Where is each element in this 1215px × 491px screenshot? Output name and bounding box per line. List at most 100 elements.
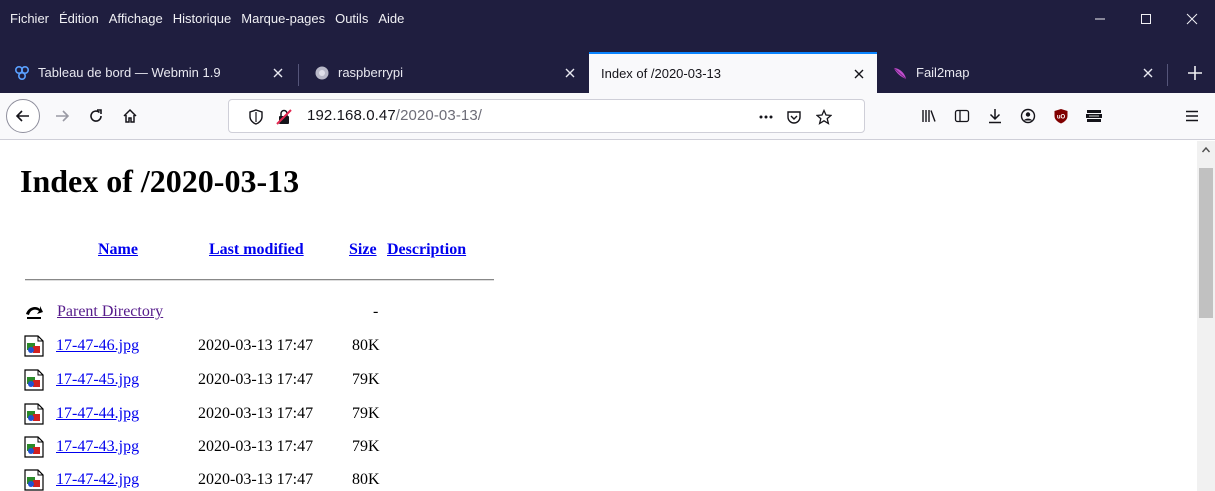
bookmark-star-icon[interactable]	[815, 108, 833, 126]
insecure-lock-icon[interactable]	[275, 108, 293, 126]
tab-separator	[298, 64, 299, 86]
tab-title: Fail2map	[916, 65, 970, 80]
raspberry-icon	[315, 66, 329, 79]
menu-aide[interactable]: Aide	[373, 0, 409, 38]
file-link[interactable]: 17-47-43.jpg	[56, 436, 139, 458]
column-description-link[interactable]: Description	[387, 241, 466, 259]
home-button[interactable]	[114, 100, 146, 132]
url-text[interactable]: 192.168.0.47/2020-03-13/	[307, 100, 482, 132]
tab-strip: Tableau de bord — Webmin 1.9 raspberrypi…	[0, 38, 1215, 93]
file-row: 17-47-46.jpg 2020-03-13 17:47 80K	[20, 335, 420, 359]
tab-close-button[interactable]	[1136, 61, 1160, 85]
column-size-link[interactable]: Size	[349, 241, 377, 259]
image-file-icon	[24, 369, 44, 391]
image-file-icon	[24, 335, 44, 357]
file-modified: 2020-03-13 17:47	[198, 471, 314, 488]
extension-icon	[1086, 110, 1102, 122]
parent-directory-row: Parent Directory -	[20, 301, 420, 325]
hamburger-icon	[1186, 110, 1198, 122]
maximize-icon	[1141, 14, 1151, 24]
plus-icon	[1188, 65, 1202, 80]
scroll-thumb[interactable]	[1199, 168, 1213, 318]
chevron-up-icon	[1201, 146, 1211, 153]
file-size: 80K	[352, 471, 380, 488]
menu-items: Fichier Édition Affichage Historique Mar…	[5, 0, 409, 38]
close-icon	[565, 68, 575, 77]
reload-button[interactable]	[80, 100, 112, 132]
file-modified: 2020-03-13 17:47	[198, 405, 314, 422]
back-arrow-icon	[26, 306, 43, 319]
image-file-icon	[24, 436, 44, 458]
svg-text:uO: uO	[1057, 115, 1066, 121]
minimize-button[interactable]	[1077, 0, 1123, 38]
parent-directory-link[interactable]: Parent Directory	[57, 301, 163, 323]
account-button[interactable]	[1012, 100, 1044, 132]
close-icon	[273, 68, 283, 77]
page-title: Index of /2020-03-13	[20, 163, 300, 199]
menu-button[interactable]	[1176, 100, 1208, 132]
menu-marque-pages[interactable]: Marque-pages	[236, 0, 330, 38]
arrow-left-icon	[15, 110, 29, 122]
ublock-button[interactable]: uO	[1045, 100, 1077, 132]
sidebar-icon	[954, 109, 970, 123]
tab-fail2map[interactable]: Fail2map	[878, 52, 1166, 93]
back-button[interactable]	[6, 99, 40, 133]
extension-button[interactable]	[1078, 100, 1110, 132]
url-path: /2020-03-13/	[395, 107, 483, 124]
downloads-button[interactable]	[979, 100, 1011, 132]
menu-fichier[interactable]: Fichier	[5, 0, 54, 38]
file-size: 80K	[352, 337, 380, 354]
page-actions-icon[interactable]	[757, 108, 775, 126]
file-link[interactable]: 17-47-44.jpg	[56, 403, 139, 425]
file-size: 79K	[352, 405, 380, 422]
menu-historique[interactable]: Historique	[168, 0, 237, 38]
download-icon	[989, 109, 1001, 124]
close-icon	[1186, 13, 1198, 25]
url-host: 192.168.0.47	[307, 107, 396, 124]
file-size: 79K	[352, 371, 380, 388]
library-button[interactable]	[913, 100, 945, 132]
forward-button[interactable]	[46, 100, 78, 132]
file-row: 17-47-42.jpg 2020-03-13 17:47 80K	[20, 469, 420, 491]
file-modified: 2020-03-13 17:47	[198, 337, 314, 354]
tab-webmin[interactable]: Tableau de bord — Webmin 1.9	[0, 52, 296, 93]
page-viewport: Index of /2020-03-13 Name Last modified …	[0, 141, 1197, 491]
shield-icon[interactable]	[247, 108, 265, 126]
ublock-icon: uO	[1054, 109, 1068, 124]
menu-edition[interactable]: Édition	[54, 0, 104, 38]
header-divider	[25, 279, 494, 281]
tab-title: Index of /2020-03-13	[601, 66, 721, 81]
scroll-up-button[interactable]	[1197, 141, 1215, 159]
tab-close-button[interactable]	[558, 61, 582, 85]
menu-outils[interactable]: Outils	[330, 0, 373, 38]
sidebar-button[interactable]	[946, 100, 978, 132]
image-file-icon	[24, 403, 44, 425]
arrow-right-icon	[56, 110, 70, 122]
file-link[interactable]: 17-47-45.jpg	[56, 369, 139, 391]
tab-raspberrypi[interactable]: raspberrypi	[300, 52, 588, 93]
parent-size: -	[373, 303, 379, 320]
vertical-scrollbar[interactable]	[1197, 141, 1215, 491]
tab-close-button[interactable]	[847, 62, 871, 86]
close-icon	[1143, 68, 1153, 77]
feather-icon	[893, 67, 907, 79]
file-link[interactable]: 17-47-42.jpg	[56, 469, 139, 491]
column-last-modified-link[interactable]: Last modified	[209, 241, 304, 259]
pocket-icon[interactable]	[785, 108, 803, 126]
new-tab-button[interactable]	[1175, 52, 1215, 93]
reload-icon	[90, 109, 102, 122]
file-row: 17-47-44.jpg 2020-03-13 17:47 79K	[20, 403, 420, 427]
file-link[interactable]: 17-47-46.jpg	[56, 335, 139, 357]
maximize-button[interactable]	[1123, 0, 1169, 38]
close-window-button[interactable]	[1169, 0, 1215, 38]
home-icon	[123, 108, 137, 123]
navigation-toolbar: 192.168.0.47/2020-03-13/ uO	[0, 93, 1215, 140]
image-file-icon	[24, 469, 44, 491]
url-bar[interactable]: 192.168.0.47/2020-03-13/	[228, 99, 865, 133]
tab-close-button[interactable]	[266, 61, 290, 85]
menu-affichage[interactable]: Affichage	[104, 0, 168, 38]
tab-index-of[interactable]: Index of /2020-03-13	[589, 52, 877, 93]
window-controls	[1077, 0, 1215, 38]
tab-title: Tableau de bord — Webmin 1.9	[38, 65, 221, 80]
column-name-link[interactable]: Name	[98, 241, 138, 259]
